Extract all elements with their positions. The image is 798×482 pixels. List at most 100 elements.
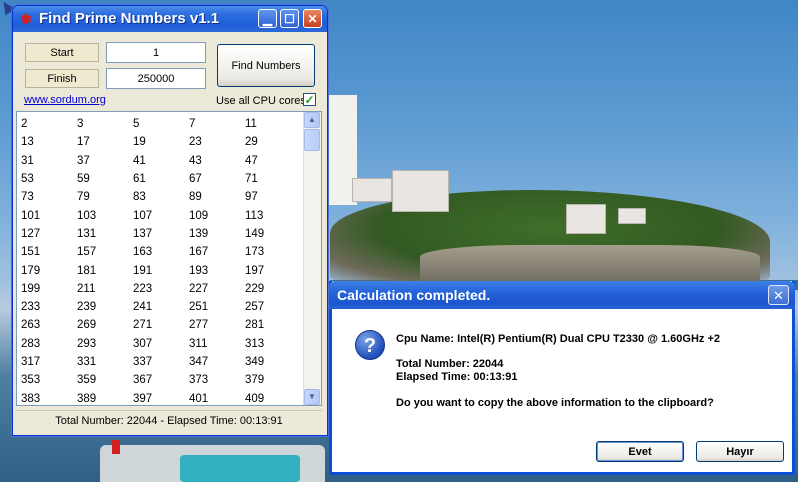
find-numbers-button[interactable]: Find Numbers bbox=[217, 44, 315, 87]
prime-cell: 101 bbox=[21, 209, 41, 222]
prime-cell: 373 bbox=[189, 374, 209, 387]
dialog-close-button[interactable]: ✕ bbox=[768, 285, 789, 305]
red-flag bbox=[112, 440, 120, 454]
prime-cell: 197 bbox=[245, 264, 265, 277]
scroll-thumb[interactable] bbox=[304, 129, 320, 151]
finish-input[interactable] bbox=[106, 68, 206, 89]
prime-cell: 193 bbox=[189, 264, 209, 277]
prime-cell: 29 bbox=[245, 136, 258, 149]
main-client-area: Start Finish Find Numbers www.sordum.org… bbox=[16, 32, 322, 432]
prime-cell: 331 bbox=[77, 356, 97, 368]
prime-cell: 97 bbox=[245, 191, 258, 204]
prime-cell: 409 bbox=[245, 392, 265, 405]
maximize-icon: ☐ bbox=[284, 12, 295, 26]
prime-cell: 13 bbox=[21, 136, 34, 149]
prime-cell: 73 bbox=[21, 191, 34, 204]
prime-row: 53 59 61 67 71 bbox=[21, 170, 301, 188]
prime-cell: 257 bbox=[245, 301, 265, 314]
prime-cell: 149 bbox=[245, 227, 265, 240]
prime-cell: 239 bbox=[77, 301, 97, 314]
prime-cell: 397 bbox=[133, 392, 153, 405]
window-title: Find Prime Numbers v1.1 bbox=[39, 10, 220, 27]
find-prime-numbers-window: ✾ Find Prime Numbers v1.1 ▁ ☐ ✕ Start Fi… bbox=[12, 5, 328, 436]
rock-cliff bbox=[420, 245, 760, 285]
prime-cell: 199 bbox=[21, 282, 41, 295]
prime-cell: 367 bbox=[133, 374, 153, 387]
prime-cell: 293 bbox=[77, 337, 97, 350]
prime-cell: 401 bbox=[189, 392, 209, 405]
prime-cell: 131 bbox=[77, 227, 97, 240]
prime-row: 127 131 137 139 149 bbox=[21, 225, 301, 243]
prime-cell: 379 bbox=[245, 374, 265, 387]
prime-cell: 307 bbox=[133, 337, 153, 350]
prime-cell: 173 bbox=[245, 246, 265, 259]
prime-cell: 157 bbox=[77, 246, 97, 259]
prime-cell: 41 bbox=[133, 154, 146, 167]
prime-row: 283 293 307 311 313 bbox=[21, 335, 301, 353]
prime-row: 383 389 397 401 409 bbox=[21, 389, 301, 405]
prime-cell: 83 bbox=[133, 191, 146, 204]
prime-cell: 71 bbox=[245, 173, 258, 186]
prime-cell: 263 bbox=[21, 319, 41, 332]
start-label: Start bbox=[25, 43, 99, 62]
building bbox=[392, 170, 449, 212]
prime-row: 101 103 107 109 113 bbox=[21, 206, 301, 224]
prime-row: 73 79 83 89 97 bbox=[21, 188, 301, 206]
yes-button[interactable]: Evet bbox=[596, 441, 684, 462]
elapsed-time-text: Elapsed Time: 00:13:91 bbox=[396, 371, 518, 383]
prime-row: 233 239 241 251 257 bbox=[21, 298, 301, 316]
total-number-text: Total Number: 22044 bbox=[396, 358, 504, 370]
prime-cell: 281 bbox=[245, 319, 265, 332]
prime-cell: 11 bbox=[245, 118, 257, 131]
prime-cell: 311 bbox=[189, 337, 208, 350]
minimize-button[interactable]: ▁ bbox=[258, 9, 277, 28]
cpu-cores-checkbox[interactable]: ✓ bbox=[303, 93, 316, 106]
copy-question-text: Do you want to copy the above informatio… bbox=[396, 397, 714, 409]
prime-cell: 317 bbox=[21, 356, 41, 368]
prime-row: 31 37 41 43 47 bbox=[21, 152, 301, 170]
prime-row: 317 331 337 347 349 bbox=[21, 353, 301, 371]
vertical-scrollbar[interactable]: ▲ ▼ bbox=[303, 112, 321, 405]
arrow-up-icon: ▲ bbox=[308, 115, 316, 124]
prime-cell: 61 bbox=[133, 173, 146, 186]
check-icon: ✓ bbox=[304, 93, 315, 107]
prime-cell: 67 bbox=[189, 173, 202, 186]
prime-cell: 233 bbox=[21, 301, 41, 314]
prime-cell: 353 bbox=[21, 374, 41, 387]
finish-label: Finish bbox=[25, 69, 99, 88]
prime-cell: 313 bbox=[245, 337, 265, 350]
title-bar[interactable]: ✾ Find Prime Numbers v1.1 ▁ ☐ ✕ bbox=[13, 6, 327, 32]
scroll-down-button[interactable]: ▼ bbox=[304, 389, 320, 405]
prime-cell: 79 bbox=[77, 191, 90, 204]
prime-cell: 107 bbox=[133, 209, 153, 222]
maximize-button[interactable]: ☐ bbox=[280, 9, 299, 28]
scroll-up-button[interactable]: ▲ bbox=[304, 112, 320, 128]
prime-row: 13 17 19 23 29 bbox=[21, 133, 301, 151]
prime-cell: 109 bbox=[189, 209, 209, 222]
prime-cell: 167 bbox=[189, 246, 209, 259]
dialog-title-bar[interactable]: Calculation completed. ✕ bbox=[329, 281, 795, 309]
prime-cell: 127 bbox=[21, 227, 41, 240]
prime-cell: 47 bbox=[245, 154, 258, 167]
prime-cell: 53 bbox=[21, 173, 34, 186]
prime-cell: 151 bbox=[21, 246, 41, 259]
prime-cell: 163 bbox=[133, 246, 153, 259]
primes-table: 2 3 5 7 11 13 17 19 23 29 31 37 41 43 47 53 59 61 67 71 73 79… bbox=[21, 115, 301, 405]
building bbox=[618, 208, 646, 224]
building bbox=[352, 178, 392, 202]
prime-cell: 383 bbox=[21, 392, 41, 405]
app-icon[interactable]: ✾ bbox=[18, 11, 34, 27]
prime-cell: 277 bbox=[189, 319, 209, 332]
prime-cell: 113 bbox=[245, 209, 264, 222]
prime-row: 263 269 271 277 281 bbox=[21, 316, 301, 334]
primes-list[interactable]: 2 3 5 7 11 13 17 19 23 29 31 37 41 43 47 53 59 61 67 71 73 79… bbox=[16, 111, 322, 406]
no-button[interactable]: Hayır bbox=[696, 441, 784, 462]
start-input[interactable] bbox=[106, 42, 206, 63]
prime-cell: 191 bbox=[133, 264, 153, 277]
prime-cell: 223 bbox=[133, 282, 153, 295]
sordum-link[interactable]: www.sordum.org bbox=[24, 94, 106, 106]
prime-cell: 283 bbox=[21, 337, 41, 350]
prime-cell: 227 bbox=[189, 282, 209, 295]
prime-row: 151 157 163 167 173 bbox=[21, 243, 301, 261]
close-button[interactable]: ✕ bbox=[303, 9, 322, 28]
